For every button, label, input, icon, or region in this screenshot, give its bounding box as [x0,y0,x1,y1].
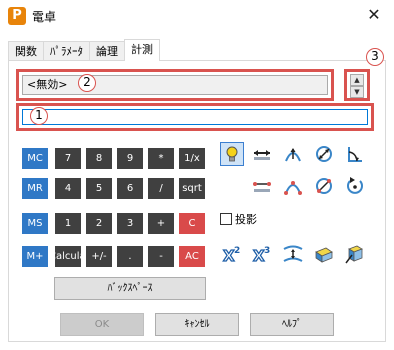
spinner: ▲ ▼ [350,74,364,98]
callout-2: 2 [78,74,96,92]
solid-icon[interactable] [313,243,335,265]
result-display: <無効> [22,75,328,95]
key-reciprocal[interactable]: 1/x [179,148,205,169]
measure-angle-icon[interactable] [344,143,366,165]
input-field-highlight [16,103,374,131]
app-icon: P [8,7,26,25]
key-3[interactable]: 3 [117,213,143,234]
key-mc[interactable]: MC [22,148,48,169]
key-2[interactable]: 2 [86,213,112,234]
key-7[interactable]: 7 [55,148,81,169]
measure-distance-icon[interactable] [251,143,273,165]
key-negate[interactable]: +/- [86,246,112,267]
callout-3: 3 [366,48,384,66]
window-title: 電卓 [32,10,57,24]
key-minus[interactable]: - [148,246,174,267]
lightbulb-icon[interactable] [220,142,244,166]
key-plus[interactable]: + [148,213,174,234]
tab-measure[interactable]: 計測 [124,39,160,61]
title-bar: P 電卓 ✕ [0,0,394,31]
key-sqrt[interactable]: sqrt [179,178,205,199]
backspace-button[interactable]: ﾊﾞｯｸｽﾍﾟｰｽ [54,277,206,300]
square-icon[interactable]: X2 [221,243,243,265]
close-button[interactable]: ✕ [362,4,386,26]
ok-button[interactable]: OK [60,313,144,336]
result-display-highlight: <無効> [16,69,334,101]
key-m-plus[interactable]: M+ [22,246,48,267]
projection-label: 投影 [235,213,257,226]
svg-text:2: 2 [234,246,240,256]
measure-arc-icon[interactable] [282,143,304,165]
svg-text:3: 3 [264,246,270,256]
tab-logic[interactable]: 論理 [89,41,125,61]
cancel-button[interactable]: ｷｬﾝｾﾙ [155,313,239,336]
formula-input[interactable] [22,109,368,125]
help-button[interactable]: ﾍﾙﾌﾟ [250,313,334,336]
projection-checkbox[interactable] [220,213,232,225]
circle-diameter-icon[interactable] [313,175,335,197]
cube-icon[interactable]: X3 [251,243,273,265]
tab-bar: 関数 ﾊﾟﾗﾒｰﾀ 論理 計測 [8,39,160,61]
key-multiply[interactable]: * [148,148,174,169]
key-1[interactable]: 1 [55,213,81,234]
key-6[interactable]: 6 [117,178,143,199]
key-4[interactable]: 4 [55,178,81,199]
surface-icon[interactable] [282,243,304,265]
key-ms[interactable]: MS [22,213,48,234]
key-8[interactable]: 8 [86,148,112,169]
key-5[interactable]: 5 [86,178,112,199]
key-all-clear[interactable]: AC [179,246,205,267]
measure-diameter-icon[interactable] [313,143,335,165]
tab-functions[interactable]: 関数 [8,41,44,61]
three-point-arc-icon[interactable] [282,175,304,197]
rotation-icon[interactable] [344,175,366,197]
tab-parameters[interactable]: ﾊﾟﾗﾒｰﾀ [43,41,90,61]
spin-up-button[interactable]: ▲ [350,74,364,86]
key-calculate[interactable]: Calculate [55,246,81,267]
spin-down-button[interactable]: ▼ [350,86,364,98]
key-divide[interactable]: / [148,178,174,199]
section-icon[interactable] [344,243,366,265]
spinner-highlight: ▲ ▼ [344,69,370,101]
key-decimal[interactable]: . [117,246,143,267]
callout-1: 1 [30,107,48,125]
projection-option: 投影 [220,211,257,227]
point-distance-icon[interactable] [251,175,273,197]
key-clear[interactable]: C [179,213,205,234]
key-mr[interactable]: MR [22,178,48,199]
key-9[interactable]: 9 [117,148,143,169]
